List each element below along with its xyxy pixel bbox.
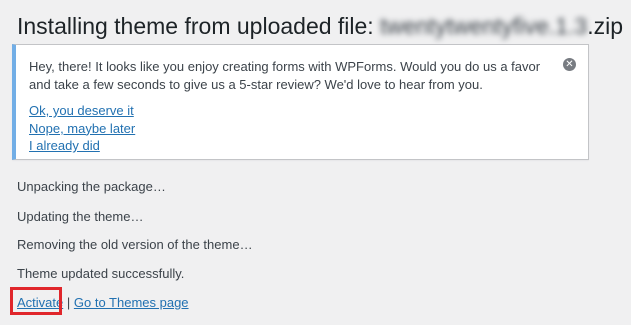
log-line-removing: Removing the old version of the theme… [17,237,253,252]
log-line-updating: Updating the theme… [17,209,144,224]
notice-link-item: Nope, maybe later [29,120,135,138]
notice-message: Hey, there! It looks like you enjoy crea… [29,59,541,92]
activate-link[interactable]: Activate [17,295,63,310]
wpforms-review-notice: Hey, there! It looks like you enjoy crea… [12,44,589,160]
close-circle-icon[interactable]: ✕ [563,58,576,71]
title-suffix: .zip [587,13,623,39]
go-to-themes-link[interactable]: Go to Themes page [74,295,189,310]
page-title: Installing theme from uploaded file: twe… [17,11,623,41]
blurred-filename: twentytwentyfive.1.3 [380,13,588,39]
log-line-unpacking: Unpacking the package… [17,179,166,194]
log-line-success: Theme updated successfully. [17,266,185,281]
actions-separator: | [66,295,74,310]
update-actions: Activate | Go to Themes page [17,295,189,311]
ok-deserve-it-link[interactable]: Ok, you deserve it [29,103,134,118]
already-did-link[interactable]: I already did [29,138,100,153]
title-prefix: Installing theme from uploaded file: [17,13,381,39]
maybe-later-link[interactable]: Nope, maybe later [29,121,135,136]
notice-link-item: I already did [29,137,135,155]
notice-link-item: Ok, you deserve it [29,102,135,120]
notice-links: Ok, you deserve it Nope, maybe later I a… [29,102,135,155]
